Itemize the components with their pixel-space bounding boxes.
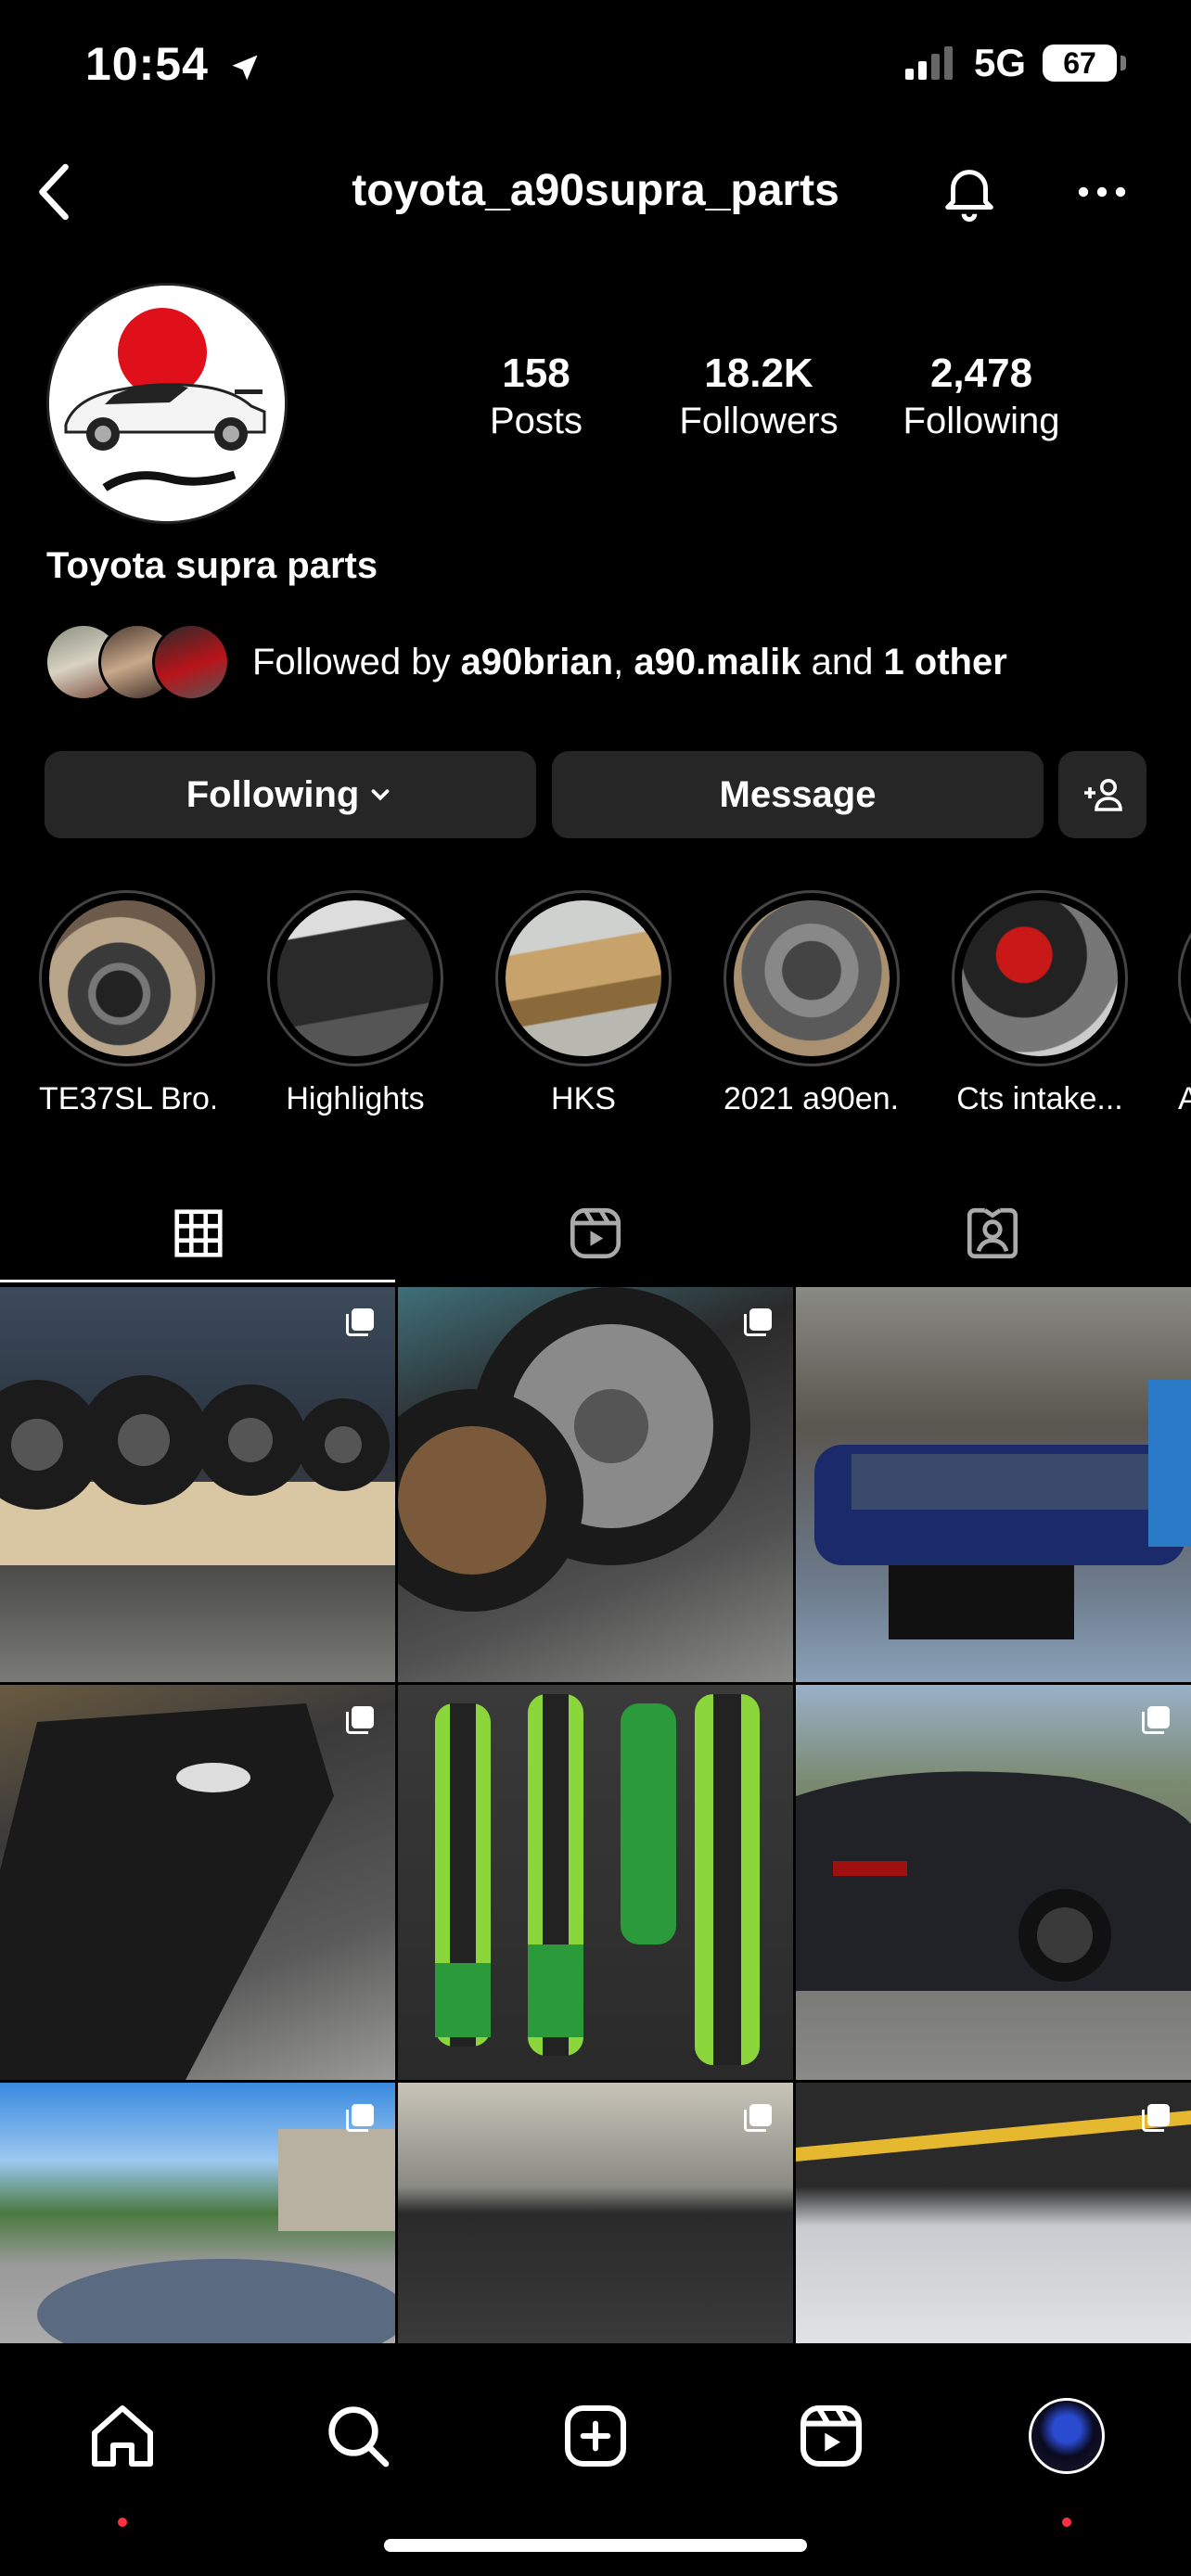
highlight-cover bbox=[506, 900, 661, 1056]
highlight-2021-a90engine[interactable]: 2021 a90en... bbox=[724, 890, 900, 1117]
post-image bbox=[796, 1771, 1191, 1991]
highlight-label: 2021 a90en... bbox=[724, 1081, 900, 1116]
highlight-cover bbox=[277, 900, 433, 1056]
highlight-highlights[interactable]: Highlights bbox=[267, 890, 443, 1117]
following-count: 2,478 bbox=[929, 351, 1033, 396]
tab-reels[interactable] bbox=[397, 1187, 794, 1280]
bell-icon bbox=[945, 170, 993, 223]
post-thumbnail-gr-supra[interactable] bbox=[796, 1685, 1191, 2080]
highlight-label: Cts intake... bbox=[956, 1081, 1123, 1116]
post-image bbox=[37, 2129, 395, 2343]
nav-profile[interactable] bbox=[1011, 2380, 1122, 2527]
multi-post-icon bbox=[346, 1308, 374, 1336]
highlight-cover bbox=[962, 900, 1118, 1056]
home-indicator bbox=[384, 2539, 807, 2552]
following-button[interactable]: Following bbox=[45, 751, 536, 838]
suggested-users-button[interactable] bbox=[1058, 751, 1146, 838]
post-image bbox=[796, 2111, 1191, 2162]
location-arrow-icon bbox=[232, 55, 258, 81]
add-person-icon bbox=[1083, 779, 1122, 811]
battery-icon: 67 bbox=[1043, 45, 1126, 82]
post-thumbnail-coilovers[interactable] bbox=[398, 1685, 793, 2080]
follower-avatar bbox=[152, 623, 230, 701]
posts-label: Posts bbox=[489, 401, 583, 441]
search-icon bbox=[328, 2406, 390, 2468]
create-post-icon bbox=[565, 2405, 626, 2467]
post-thumbnail-wheels[interactable] bbox=[0, 1287, 395, 1682]
followed-by-row[interactable]: Followed by a90brian, a90.malik and 1 ot… bbox=[45, 623, 1007, 701]
highlight-label: Highlights bbox=[286, 1081, 425, 1116]
multi-post-icon bbox=[346, 1706, 374, 1734]
following-label: Following bbox=[903, 401, 1060, 441]
nav-reels[interactable] bbox=[775, 2380, 887, 2492]
multi-post-icon bbox=[346, 2104, 374, 2132]
followed-by-text: Followed by a90brian, a90.malik and 1 ot… bbox=[252, 641, 1007, 682]
notification-dot bbox=[1062, 2518, 1071, 2527]
highlight-cts-intake[interactable]: Cts intake... bbox=[952, 890, 1128, 1117]
grid-icon bbox=[174, 1209, 223, 1257]
multi-post-icon bbox=[744, 2104, 772, 2132]
highlight-label: TE37SL Bro... bbox=[39, 1081, 215, 1116]
tagged-icon bbox=[967, 1207, 1018, 1259]
notifications-button[interactable] bbox=[937, 158, 1002, 229]
supra-logo-image bbox=[49, 286, 285, 521]
post-thumbnail-carbon-panel[interactable] bbox=[0, 1685, 395, 2080]
profile-display-name: Toyota supra parts bbox=[46, 545, 378, 586]
followers-stat[interactable]: 18.2K Followers bbox=[647, 351, 870, 442]
reels-icon bbox=[570, 1207, 621, 1259]
message-button-label: Message bbox=[719, 773, 877, 815]
post-image bbox=[398, 1287, 750, 1612]
post-thumbnail-tires[interactable] bbox=[398, 1287, 793, 1682]
highlight-label: HKS bbox=[551, 1081, 616, 1116]
highlight-cover bbox=[49, 900, 205, 1056]
post-image bbox=[814, 1380, 1191, 1639]
status-time: 10:54 bbox=[85, 37, 262, 91]
followers-count: 18.2K bbox=[704, 351, 813, 396]
more-horizontal-icon bbox=[1078, 186, 1126, 198]
post-thumbnail-rear-bumper[interactable] bbox=[796, 1287, 1191, 1682]
highlight-partial[interactable]: Ac bbox=[1178, 890, 1191, 1117]
chevron-down-icon bbox=[371, 789, 390, 801]
nav-search[interactable] bbox=[302, 2380, 414, 2492]
nav-home[interactable] bbox=[67, 2380, 178, 2527]
tab-posts-grid[interactable] bbox=[0, 1187, 397, 1280]
more-options-button[interactable] bbox=[1076, 169, 1128, 220]
followers-label: Followers bbox=[679, 401, 839, 441]
reels-icon bbox=[800, 2405, 862, 2467]
network-label: 5G bbox=[973, 41, 1026, 84]
post-image bbox=[0, 1375, 395, 1565]
notification-dot bbox=[118, 2518, 127, 2527]
post-image bbox=[435, 1694, 760, 2065]
home-icon bbox=[92, 2405, 153, 2467]
post-thumbnail-carbon-hood[interactable] bbox=[398, 2083, 793, 2343]
signal-icon bbox=[904, 46, 953, 80]
post-thumbnail-cover[interactable] bbox=[796, 2083, 1191, 2343]
message-button[interactable]: Message bbox=[552, 751, 1044, 838]
following-button-label: Following bbox=[186, 773, 360, 815]
following-stat[interactable]: 2,478 Following bbox=[870, 351, 1093, 442]
highlight-cover bbox=[734, 900, 890, 1056]
multi-post-icon bbox=[1142, 2104, 1170, 2132]
post-image bbox=[0, 1703, 334, 2080]
posts-stat[interactable]: 158 Posts bbox=[425, 351, 647, 442]
highlight-hks[interactable]: HKS bbox=[495, 890, 672, 1117]
tab-tagged[interactable] bbox=[794, 1187, 1191, 1280]
post-thumbnail-car-lot[interactable] bbox=[0, 2083, 395, 2343]
highlight-label: Ac bbox=[1178, 1081, 1191, 1116]
profile-username: toyota_a90supra_parts bbox=[352, 166, 839, 215]
nav-create[interactable] bbox=[540, 2380, 651, 2492]
multi-post-icon bbox=[744, 1308, 772, 1336]
active-tab-indicator bbox=[0, 1280, 395, 1282]
profile-avatar[interactable] bbox=[46, 283, 288, 524]
highlight-te37sl[interactable]: TE37SL Bro... bbox=[39, 890, 215, 1117]
multi-post-icon bbox=[1142, 1706, 1170, 1734]
profile-avatar-small bbox=[1029, 2398, 1105, 2474]
posts-count: 158 bbox=[502, 351, 570, 396]
status-indicators: 5G 67 bbox=[904, 41, 1126, 85]
